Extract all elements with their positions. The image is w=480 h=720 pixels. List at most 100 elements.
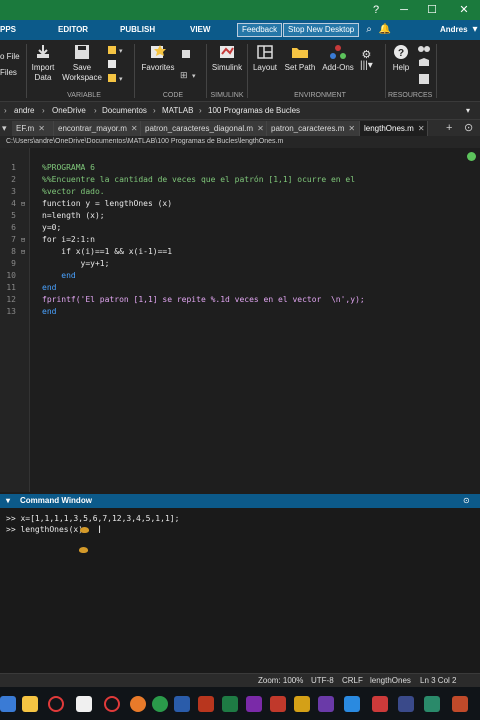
- line-ending: CRLF: [342, 676, 363, 685]
- collapse-icon[interactable]: ▾: [2, 120, 7, 136]
- word-icon[interactable]: [174, 696, 190, 712]
- svg-text:▾: ▾: [119, 48, 123, 55]
- code-tools[interactable]: ⊞ ▾: [178, 48, 200, 85]
- community-icon: [418, 46, 430, 84]
- editor-tab[interactable]: EF.m ✕: [12, 121, 54, 136]
- tab-apps[interactable]: PPS: [0, 20, 16, 40]
- favorites-button[interactable]: Favorites: [140, 44, 176, 73]
- notification-icon[interactable]: 🔔: [378, 23, 392, 37]
- settings-icon[interactable]: [398, 696, 414, 712]
- simulink-button[interactable]: Simulink: [210, 44, 244, 73]
- editor-tab[interactable]: patron_caracteres.m ✕: [267, 121, 360, 136]
- stop-desktop-button[interactable]: Stop New Desktop: [283, 23, 360, 37]
- edge-icon[interactable]: [344, 696, 360, 712]
- editor-tab-bar: ▾ EF.m ✕ encontrar_mayor.m ✕ patron_caract…: [0, 120, 480, 136]
- code-line: 13 end: [6, 307, 57, 316]
- group-resources: RESOURCES: [388, 92, 433, 99]
- opera-icon[interactable]: [48, 696, 64, 712]
- search-icon[interactable]: ⌕: [362, 23, 376, 37]
- layout-button[interactable]: Layout: [250, 44, 280, 73]
- zoom-level: Zoom: 100%: [258, 676, 304, 685]
- breadcrumb-item[interactable]: MATLAB: [162, 102, 193, 120]
- feedback-button[interactable]: Feedback: [237, 23, 283, 37]
- fold-icon[interactable]: ⊟: [18, 234, 28, 246]
- import-data-button[interactable]: Import Data: [28, 44, 58, 83]
- add-tab-icon[interactable]: +: [446, 120, 452, 136]
- opera-gx-icon[interactable]: [104, 696, 120, 712]
- help-icon[interactable]: ?: [368, 2, 384, 18]
- powerpoint-icon[interactable]: [198, 696, 214, 712]
- notification-badge-icon[interactable]: [372, 696, 388, 712]
- breadcrumb-item[interactable]: 100 Programas de Bucles: [208, 102, 300, 120]
- close-tab-icon[interactable]: ✕: [38, 124, 45, 133]
- app-icon[interactable]: [424, 696, 440, 712]
- excel-icon[interactable]: [222, 696, 238, 712]
- tab-publish[interactable]: PUBLISH: [120, 20, 155, 40]
- command-line: >> x=[1,1,1,1,3,5,6,7,12,3,4,5,1,1];: [6, 514, 180, 523]
- app-icon[interactable]: [452, 696, 468, 712]
- minimize-icon[interactable]: ─: [396, 2, 412, 18]
- tab-editor[interactable]: EDITOR: [58, 20, 88, 40]
- tab-view[interactable]: VIEW: [190, 20, 210, 40]
- help-circle-icon: ?: [394, 45, 408, 59]
- parallel-icon[interactable]: |||▾: [360, 60, 373, 71]
- close-tab-icon[interactable]: ✕: [131, 124, 138, 133]
- status-bar: Zoom: 100% UTF-8 CRLF lengthOnes Ln 3 Co…: [0, 673, 480, 687]
- open-file-label[interactable]: o File: [0, 52, 20, 62]
- group-simulink: SIMULINK: [210, 92, 244, 99]
- matlab-icon[interactable]: [294, 696, 310, 712]
- files-label[interactable]: Files: [0, 68, 20, 78]
- app-icon[interactable]: [0, 696, 16, 712]
- onenote-icon[interactable]: [246, 696, 262, 712]
- pdf-icon[interactable]: [270, 696, 286, 712]
- breadcrumb-item[interactable]: andre: [14, 102, 34, 120]
- variable-tools[interactable]: ▾ ▾: [106, 44, 128, 89]
- close-tab-icon[interactable]: ✕: [257, 124, 264, 133]
- command-window[interactable]: >> x=[1,1,1,1,3,5,6,7,12,3,4,5,1,1]; >> …: [0, 508, 480, 673]
- command-window-header[interactable]: ▾ Command Window ⊙: [0, 494, 480, 508]
- breadcrumb-item[interactable]: Documentos: [102, 102, 147, 120]
- chevron-down-icon[interactable]: ▾: [468, 23, 480, 37]
- fold-icon[interactable]: ⊟: [18, 246, 28, 258]
- help-button[interactable]: ? Help: [388, 44, 414, 73]
- command-input[interactable]: >> lengthOnes(x): [6, 524, 83, 535]
- cursor-highlight-icon: [79, 547, 88, 553]
- ribbon-toolbar: o File Files Import Data Save Workspace …: [0, 40, 480, 102]
- addons-button[interactable]: Add-Ons: [320, 44, 356, 73]
- set-path-button[interactable]: Set Path: [283, 44, 317, 73]
- code-line: 12 fprintf('El patron [1,1] se repite %.1…: [6, 295, 365, 304]
- firefox-icon[interactable]: [130, 696, 146, 712]
- window-options-icon[interactable]: ⊙: [463, 494, 470, 508]
- app-icon[interactable]: [318, 696, 334, 712]
- chrome-icon[interactable]: [152, 696, 168, 712]
- chevron-down-icon[interactable]: ⊙: [464, 120, 473, 136]
- save-workspace-button[interactable]: Save Workspace: [62, 44, 102, 83]
- breadcrumb-item[interactable]: OneDrive: [52, 102, 86, 120]
- code-line: 6 y=0;: [11, 223, 62, 232]
- code-analyzer-ok-icon[interactable]: [467, 152, 476, 161]
- svg-text:?: ?: [398, 48, 404, 59]
- user-menu[interactable]: Andres: [440, 20, 468, 40]
- close-tab-icon[interactable]: ✕: [348, 124, 355, 133]
- preferences-tools[interactable]: ⚙ |||▾: [360, 50, 373, 71]
- code-editor[interactable]: 1 %PROGRAMA 6 2 %%Encuentre la cantidad de…: [0, 148, 480, 492]
- collapse-icon[interactable]: ▾: [6, 494, 10, 508]
- chevron-down-icon[interactable]: ▾: [466, 102, 470, 120]
- editor-tab[interactable]: encontrar_mayor.m ✕: [54, 121, 141, 136]
- close-tab-icon[interactable]: ✕: [418, 124, 425, 133]
- file-items[interactable]: o File Files: [0, 52, 20, 78]
- ribbon-tabstrip: PPS EDITOR PUBLISH VIEW Feedback Stop Ne…: [0, 20, 480, 40]
- code-icon: ⊞ ▾: [180, 50, 196, 80]
- code-line: 9 y=y+1;: [11, 259, 110, 268]
- close-icon[interactable]: ✕: [456, 2, 472, 18]
- editor-tab-active[interactable]: lengthOnes.m ✕: [360, 121, 428, 136]
- taskbar: [0, 687, 480, 720]
- file-explorer-icon[interactable]: [22, 696, 38, 712]
- fold-icon[interactable]: ⊟: [18, 198, 28, 210]
- store-icon[interactable]: [76, 696, 92, 712]
- editor-tab[interactable]: patron_caracteres_diagonal.m ✕: [141, 121, 267, 136]
- code-line: 2 %%Encuentre la cantidad de veces que el…: [11, 175, 356, 184]
- code-line: 10 end: [6, 271, 76, 280]
- maximize-icon[interactable]: ☐: [424, 2, 440, 18]
- resources-tools[interactable]: [416, 44, 432, 91]
